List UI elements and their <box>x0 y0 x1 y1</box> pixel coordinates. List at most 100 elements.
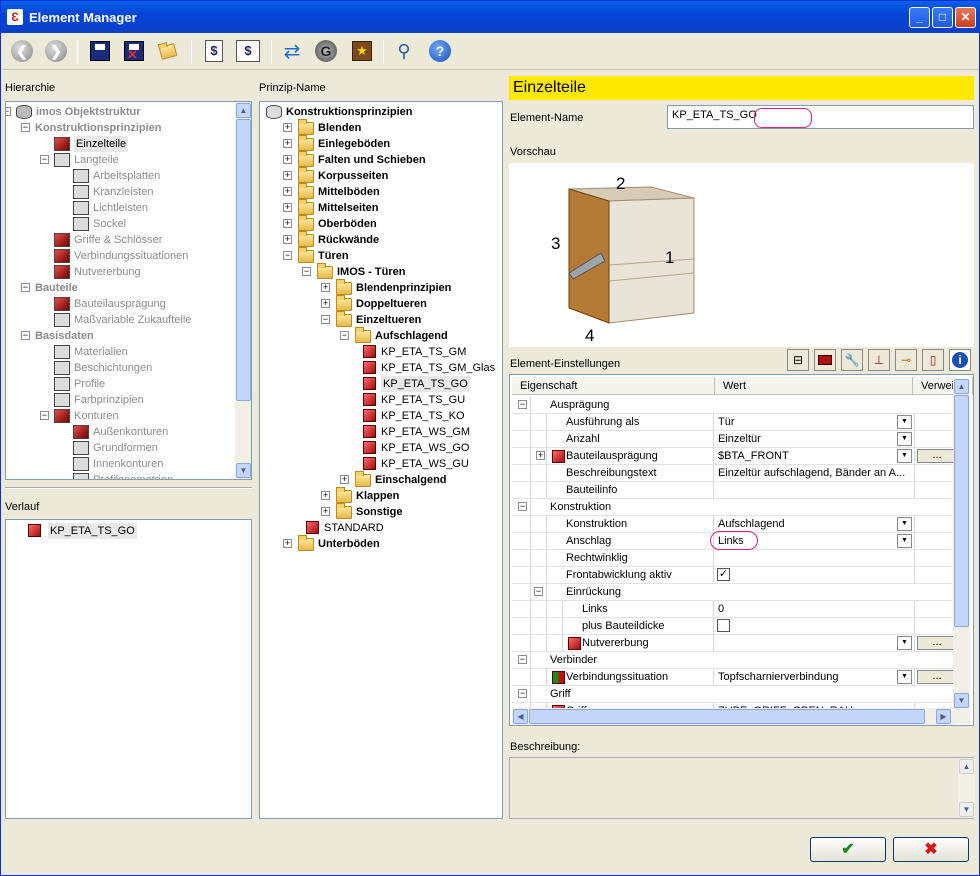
scroll-thumb[interactable] <box>954 395 969 627</box>
expand-toggle[interactable]: + <box>283 123 292 132</box>
property-row[interactable]: Rechtwinklig <box>512 550 952 567</box>
expand-toggle[interactable]: + <box>283 139 292 148</box>
browse-button[interactable]: ... <box>917 449 957 463</box>
help-button[interactable]: ? <box>427 38 453 64</box>
catalog-button[interactable]: ★ <box>349 38 375 64</box>
expand-toggle[interactable]: + <box>283 187 292 196</box>
property-row[interactable]: Frontabwicklung aktiv ✓ <box>512 567 952 584</box>
expand-toggle[interactable]: + <box>321 299 330 308</box>
property-row[interactable]: Anschlag Links ▼ <box>512 531 952 550</box>
browse-button[interactable]: ... <box>917 636 957 650</box>
browse-button[interactable]: ... <box>917 670 957 684</box>
expand-toggle[interactable]: + <box>283 203 292 212</box>
price-window-button[interactable]: $ <box>235 38 261 64</box>
property-row[interactable]: Bauteilinfo <box>512 482 952 499</box>
expand-toggle[interactable]: + <box>321 491 330 500</box>
tools-button[interactable]: 🔧 <box>841 349 863 371</box>
property-value[interactable]: Einzeltür <box>718 431 761 448</box>
grid-hscroll[interactable]: ◀ ▶ <box>512 708 953 725</box>
property-row[interactable]: − Konstruktion <box>512 499 952 516</box>
dropdown-arrow-icon[interactable]: ▼ <box>897 670 912 684</box>
forward-button[interactable]: ❯ <box>43 38 69 64</box>
property-value[interactable]: Tür <box>718 414 735 431</box>
property-value[interactable]: 0 <box>718 601 724 618</box>
description-box[interactable]: ▲ ▼ <box>509 757 975 819</box>
property-row[interactable]: − Griff <box>512 686 952 703</box>
expand-toggle[interactable]: − <box>340 331 349 340</box>
group-toggle[interactable]: − <box>518 655 527 664</box>
back-button[interactable]: ❮ <box>9 38 35 64</box>
dimension-button[interactable]: ⊥ <box>868 349 890 371</box>
property-value[interactable]: $BTA_FRONT <box>718 448 789 465</box>
expand-toggle[interactable]: + <box>536 451 545 460</box>
expand-toggle[interactable]: + <box>283 219 292 228</box>
globe-button[interactable]: G <box>313 38 339 64</box>
expand-toggle[interactable]: + <box>340 475 349 484</box>
collapse-toggle[interactable]: − <box>40 155 49 164</box>
property-grid[interactable]: Eigenschaft Wert Verweis − Ausprägung Ausf… <box>509 374 974 726</box>
property-row[interactable]: − Verbinder <box>512 652 952 669</box>
info-button[interactable]: i <box>949 349 971 371</box>
save-close-button[interactable] <box>121 38 147 64</box>
save-button[interactable] <box>87 38 113 64</box>
property-row[interactable]: Beschreibungstext Einzeltür aufschlagend,… <box>512 465 952 482</box>
expand-toggle[interactable]: − <box>302 267 311 276</box>
history-list[interactable]: KP_ETA_TS_GO <box>5 519 252 819</box>
expand-toggle[interactable]: + <box>283 235 292 244</box>
splitter[interactable] <box>5 487 252 489</box>
swap-button[interactable]: ⇄ <box>279 38 305 64</box>
hierarchy-tree[interactable]: −imos Objektstruktur−Konstruktionsprinzi… <box>5 101 252 480</box>
property-row[interactable]: Verbindungssituation Topfscharnierverbind… <box>512 669 957 686</box>
element-name-input[interactable]: KP_ETA_TS_GO <box>667 105 974 129</box>
group-toggle[interactable]: − <box>518 689 527 698</box>
group-toggle[interactable]: − <box>518 400 527 409</box>
group-toggle[interactable]: − <box>518 502 527 511</box>
expand-toggle[interactable]: + <box>321 283 330 292</box>
scroll-up-arrow[interactable]: ▲ <box>959 759 974 774</box>
collapse-toggle[interactable]: − <box>21 331 30 340</box>
property-value[interactable]: Topfscharnierverbindung <box>718 669 838 686</box>
dropdown-arrow-icon[interactable]: ▼ <box>897 534 912 548</box>
scroll-left-arrow[interactable]: ◀ <box>513 709 528 724</box>
grid-vscroll[interactable]: ▲ ▼ <box>953 379 970 724</box>
dropdown-arrow-icon[interactable]: ▼ <box>897 517 912 531</box>
scroll-right-arrow[interactable]: ▶ <box>936 709 951 724</box>
cancel-button[interactable]: ✖ <box>893 837 969 862</box>
col-property[interactable]: Eigenschaft <box>512 377 715 395</box>
close-button[interactable]: ✕ <box>955 7 976 28</box>
property-row[interactable]: Anzahl Einzeltür ▼ <box>512 431 952 448</box>
expand-toggle[interactable]: − <box>283 251 292 260</box>
hinge-button[interactable]: ⊸ <box>895 349 917 371</box>
collapse-toggle[interactable]: − <box>6 107 11 116</box>
ok-button[interactable]: ✔ <box>810 837 886 862</box>
property-value[interactable]: Einzeltür aufschlagend, Bänder an A... <box>718 465 905 482</box>
scroll-thumb[interactable] <box>236 119 251 401</box>
export-button[interactable] <box>155 38 181 64</box>
dropdown-arrow-icon[interactable]: ▼ <box>897 449 912 463</box>
hierarchy-scrollbar[interactable]: ▲ ▼ <box>235 102 251 479</box>
dropdown-arrow-icon[interactable]: ▼ <box>897 432 912 446</box>
expand-toggle[interactable]: + <box>283 155 292 164</box>
property-row[interactable]: Links 0 <box>512 601 952 618</box>
collapse-toggle[interactable]: − <box>21 283 30 292</box>
expand-toggle[interactable]: + <box>321 507 330 516</box>
scroll-thumb[interactable] <box>529 709 925 724</box>
property-row[interactable]: − Ausprägung <box>512 397 952 414</box>
collapse-button[interactable]: ⊟ <box>787 349 809 371</box>
checkbox[interactable] <box>717 619 730 632</box>
search-button[interactable]: ⚲ <box>391 38 417 64</box>
scroll-up-arrow[interactable]: ▲ <box>954 379 969 394</box>
collapse-toggle[interactable]: − <box>40 411 49 420</box>
expand-toggle[interactable]: + <box>283 171 292 180</box>
expand-toggle[interactable]: − <box>321 315 330 324</box>
expand-toggle[interactable]: + <box>283 539 292 548</box>
property-row[interactable]: Ausführung als Tür ▼ <box>512 414 952 431</box>
group-toggle[interactable]: − <box>534 587 543 596</box>
scroll-up-arrow[interactable]: ▲ <box>236 103 251 118</box>
property-row[interactable]: Nutvererbung ▼... <box>512 635 957 652</box>
door-button[interactable]: ▯ <box>922 349 944 371</box>
price-button[interactable]: $ <box>201 38 227 64</box>
minimize-button[interactable]: _ <box>909 7 930 28</box>
property-row[interactable]: − Einrückung <box>512 584 952 601</box>
property-row[interactable]: plus Bauteildicke <box>512 618 952 635</box>
